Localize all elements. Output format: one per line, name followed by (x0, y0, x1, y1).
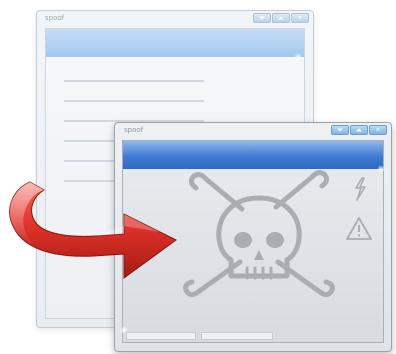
lightning-icon (355, 177, 366, 201)
skull-crossbones-icon (183, 170, 335, 298)
curved-arrow-icon (9, 181, 177, 279)
warning-triangle-icon (346, 217, 372, 240)
illustration: spoof spoof (0, 0, 396, 354)
overlay-graphics (9, 170, 372, 298)
